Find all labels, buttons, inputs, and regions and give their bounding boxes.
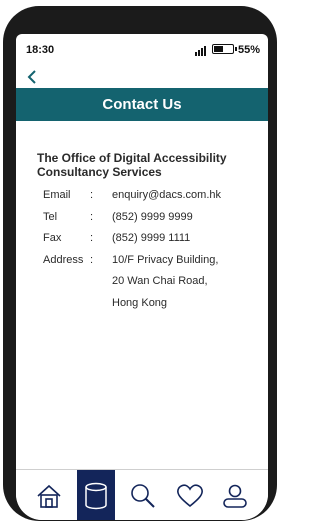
- tab-home[interactable]: [30, 470, 68, 520]
- tel-row: Tel : (852) 9999 9999: [37, 211, 262, 233]
- battery-fill: [214, 46, 224, 52]
- fax-value: (852) 9999 1111: [112, 232, 191, 244]
- tab-bar: [16, 469, 268, 520]
- user-icon: [223, 484, 247, 508]
- heart-icon: [177, 483, 203, 507]
- fax-separator: :: [90, 232, 94, 244]
- tab-favourites[interactable]: [171, 470, 209, 520]
- search-icon: [131, 483, 155, 508]
- address-row-2: 20 Wan Chai Road,: [37, 275, 262, 297]
- contact-details: The Office of Digital Accessibility Cons…: [37, 151, 262, 318]
- address-line: 20 Wan Chai Road,: [112, 275, 208, 287]
- tel-separator: :: [90, 210, 94, 223]
- tel-link[interactable]: (852) 9999 9999: [112, 211, 193, 223]
- address-line: 10/F Privacy Building,: [112, 253, 219, 266]
- email-row: Email : enquiry@dacs.com.hk: [37, 189, 262, 211]
- address-separator: :: [90, 253, 94, 266]
- page-title: Contact Us: [102, 96, 182, 113]
- screen: 18:30 55% Contact Us The Office of Digit…: [16, 34, 268, 520]
- email-separator: :: [90, 189, 94, 201]
- status-time: 18:30: [26, 44, 55, 56]
- back-button[interactable]: [24, 68, 44, 86]
- status-bar: 18:30 55%: [16, 34, 268, 62]
- organization-name: The Office of Digital Accessibility Cons…: [37, 151, 227, 179]
- database-icon: [85, 482, 107, 509]
- home-icon: [37, 484, 61, 508]
- address-row-3: Hong Kong: [37, 297, 262, 319]
- tab-profile[interactable]: [216, 470, 254, 520]
- email-label: Email: [43, 189, 71, 201]
- title-bar: Contact Us: [16, 88, 268, 121]
- phone-frame: 18:30 55% Contact Us The Office of Digit…: [3, 6, 277, 521]
- fax-label: Fax: [43, 232, 62, 244]
- address-row: Address : 10/F Privacy Building,: [37, 254, 262, 276]
- address-line: Hong Kong: [112, 296, 168, 309]
- address-label: Address: [43, 253, 84, 266]
- signal-icon: [195, 45, 209, 56]
- tel-label: Tel: [43, 210, 58, 223]
- chevron-left-icon: [27, 70, 36, 84]
- battery-percent: 55%: [238, 44, 261, 56]
- fax-row: Fax : (852) 9999 1111: [37, 232, 262, 254]
- tab-database[interactable]: [77, 470, 115, 520]
- tab-search[interactable]: [124, 470, 162, 520]
- email-link[interactable]: enquiry@dacs.com.hk: [112, 189, 221, 201]
- battery-icon: [212, 44, 237, 54]
